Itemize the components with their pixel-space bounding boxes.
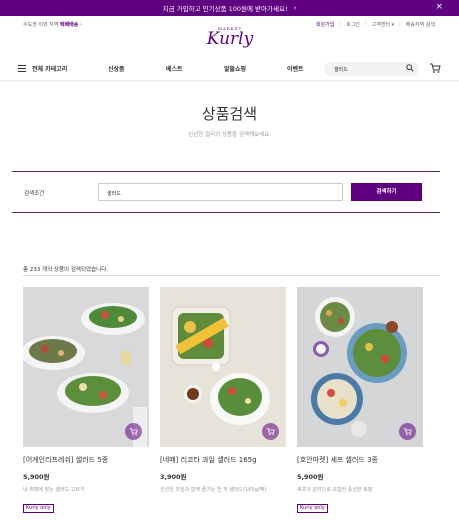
user-menu: 회원가입 | 로그인 | 고객센터 ▾ | 배송지역 검색 — [311, 21, 440, 28]
product-price: 5,900원 — [297, 473, 324, 481]
all-categories-button[interactable]: 전체 카테고리 — [32, 64, 67, 73]
menu-icon[interactable] — [18, 65, 26, 72]
add-to-cart-icon — [129, 428, 138, 436]
add-to-cart-button[interactable] — [399, 423, 416, 440]
nav-best[interactable]: 베스트 — [166, 64, 183, 73]
add-to-cart-button[interactable] — [125, 423, 142, 440]
search-icon[interactable] — [406, 64, 414, 72]
product-name[interactable]: [어게인리프레쉬] 샐러드 5종 — [23, 455, 149, 465]
product-description: 내 취향에 맞는 샐러드 고르기 — [23, 487, 85, 493]
search-condition-label: 검색조건 — [24, 191, 45, 197]
cart-icon[interactable] — [429, 62, 441, 74]
nav-events[interactable]: 이벤트 — [287, 64, 304, 73]
nav-bargain[interactable]: 알뜰쇼핑 — [224, 64, 246, 73]
product-image[interactable] — [160, 287, 286, 447]
logo-kurly: Kurly — [206, 29, 254, 49]
main-nav: 전체 카테고리 신상품 베스트 알뜰쇼핑 이벤트 샐러드 — [0, 59, 459, 81]
chevron-right-icon: › — [79, 22, 82, 28]
product-name[interactable]: [호안마켓] 셰프 샐러드 3종 — [297, 455, 423, 465]
product-price: 5,900원 — [23, 473, 50, 481]
delivery-area-link[interactable]: 배송지역 검색 — [401, 21, 440, 28]
nav-shadow — [0, 80, 459, 83]
delivery-prefix: 수도권 이외 지역 — [23, 22, 59, 28]
search-input-value: 샐러드 — [334, 67, 348, 73]
delivery-info[interactable]: 수도권 이외 지역 택배배송 › — [23, 21, 82, 28]
login-link[interactable]: 로그인 — [341, 21, 365, 28]
add-to-cart-icon — [266, 428, 275, 436]
product-price: 3,900원 — [160, 473, 187, 481]
close-icon[interactable]: × — [435, 2, 443, 12]
add-to-cart-icon — [403, 428, 412, 436]
add-to-cart-button[interactable] — [262, 423, 279, 440]
logo[interactable]: MARKET Kurly — [200, 26, 260, 56]
customer-center-link[interactable]: 고객센터 ▾ — [367, 21, 400, 28]
search-button[interactable]: 검색하기 — [351, 183, 422, 201]
top-banner[interactable]: 지금 가입하고 인기상품 100원에 받아가세요! › × — [0, 0, 459, 16]
result-count: 총 233 개의 상품이 검색되었습니다. — [23, 267, 109, 273]
product-image[interactable] — [23, 287, 149, 447]
search-condition-field[interactable]: 샐러드 — [98, 183, 343, 201]
search-form: 검색조건 샐러드 검색하기 — [12, 171, 440, 213]
search-input[interactable]: 샐러드 — [324, 62, 419, 76]
page-subtitle: 신선한 컬리의 상품을 검색해보세요. — [188, 132, 271, 138]
page-title: 상품검색 — [201, 105, 258, 123]
product-card[interactable]: [네떼] 리코타 과일 샐러드 165g 3,900원 신선한 과일과 함께 즐… — [160, 287, 286, 494]
chevron-right-icon: › — [293, 4, 297, 12]
product-card[interactable]: [호안마켓] 셰프 샐러드 3종 5,900원 셰프의 감각으로 조합한 풍성한… — [297, 287, 423, 513]
kurly-only-badge: Kurly only — [297, 504, 328, 513]
product-description: 셰프의 감각으로 조합한 풍성한 토핑 — [297, 487, 373, 493]
top-banner-text[interactable]: 지금 가입하고 인기상품 100원에 받아가세요! — [163, 3, 288, 13]
divider — [23, 275, 440, 276]
product-name[interactable]: [네떼] 리코타 과일 샐러드 165g — [160, 455, 286, 465]
product-description: 신선한 과일과 함께 즐기는 한 끼 샐러드(165g/팩) — [160, 487, 267, 493]
search-condition-value: 샐러드 — [107, 191, 121, 197]
signup-link[interactable]: 회원가입 — [311, 21, 339, 28]
kurly-only-badge: Kurly only — [23, 504, 54, 513]
delivery-type[interactable]: 택배배송 — [60, 22, 78, 28]
product-image[interactable] — [297, 287, 423, 447]
nav-new-products[interactable]: 신상품 — [108, 64, 125, 73]
product-card[interactable]: [어게인리프레쉬] 샐러드 5종 5,900원 내 취향에 맞는 샐러드 고르기… — [23, 287, 149, 513]
